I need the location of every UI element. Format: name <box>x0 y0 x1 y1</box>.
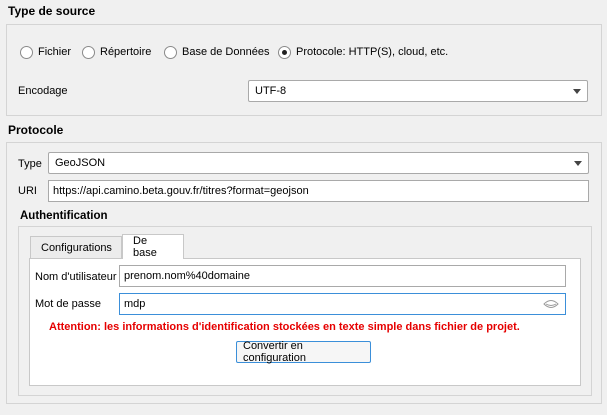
radio-repertoire[interactable]: Répertoire <box>82 44 151 60</box>
source-type-title: Type de source <box>8 4 96 18</box>
uri-label: URI <box>18 185 37 197</box>
radio-fichier[interactable]: Fichier <box>20 44 71 60</box>
tab-configurations[interactable]: Configurations <box>30 236 122 258</box>
chevron-down-icon <box>574 161 582 166</box>
radio-label: Répertoire <box>100 46 152 58</box>
radio-button[interactable] <box>82 45 95 59</box>
plaintext-warning: Attention: les informations d'identifica… <box>49 321 520 333</box>
type-select[interactable]: GeoJSON <box>48 152 589 174</box>
username-label: Nom d'utilisateur <box>35 271 117 283</box>
uri-input[interactable]: https://api.camino.beta.gouv.fr/titres?f… <box>48 180 589 202</box>
encoding-value: UTF-8 <box>255 85 287 97</box>
username-input[interactable]: prenom.nom%40domaine <box>119 265 566 287</box>
tab-label: De base <box>133 235 157 259</box>
type-label: Type <box>18 158 42 170</box>
radio-label: Protocole: HTTP(S), cloud, etc. <box>296 46 449 58</box>
encoding-label: Encodage <box>18 85 68 97</box>
convert-to-config-button[interactable]: Convertir en configuration <box>236 340 371 364</box>
radio-label: Base de Données <box>182 46 270 58</box>
encoding-select[interactable]: UTF-8 <box>248 80 588 102</box>
radio-button[interactable] <box>164 45 177 59</box>
radio-base-de-donnees[interactable]: Base de Données <box>164 44 269 60</box>
radio-button[interactable] <box>20 45 33 59</box>
protocol-title: Protocole <box>8 123 64 137</box>
source-type-group <box>6 24 602 116</box>
password-value: mdp <box>124 298 146 310</box>
show-password-icon[interactable] <box>543 299 559 309</box>
password-input[interactable]: mdp <box>119 293 566 315</box>
radio-protocole[interactable]: Protocole: HTTP(S), cloud, etc. <box>278 44 448 60</box>
chevron-down-icon <box>573 89 581 94</box>
radio-button-checked[interactable] <box>278 45 291 59</box>
tab-de-base[interactable]: De base <box>122 234 184 259</box>
tab-label: Configurations <box>41 241 112 254</box>
password-label: Mot de passe <box>35 298 102 310</box>
radio-label: Fichier <box>38 46 72 58</box>
type-value: GeoJSON <box>55 157 106 169</box>
auth-title: Authentification <box>20 210 108 222</box>
